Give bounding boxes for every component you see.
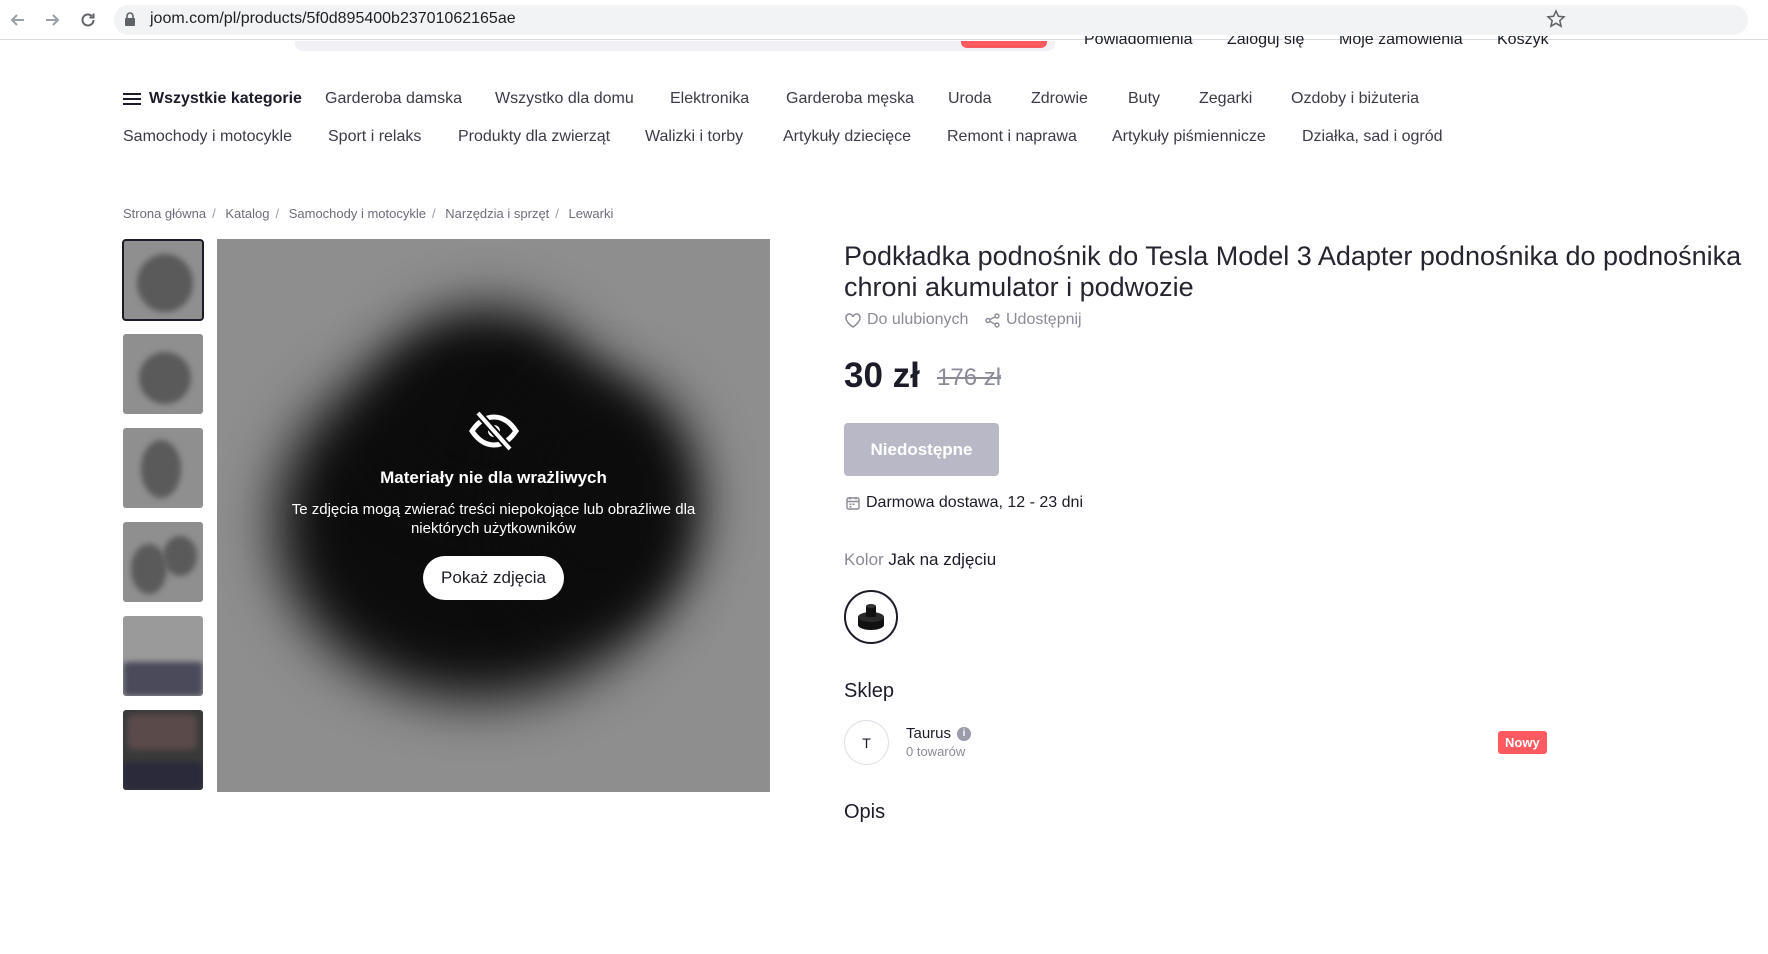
gallery-thumbnail[interactable] bbox=[123, 710, 203, 790]
arrow-right-icon bbox=[46, 14, 60, 26]
share-button[interactable]: Udostępnij bbox=[985, 311, 1082, 329]
sensitive-description: Te zdjęcia mogą zwierać treści niepokoją… bbox=[291, 501, 696, 537]
category-link[interactable]: Zdrowie bbox=[1031, 90, 1088, 108]
browser-toolbar: joom.com/pl/products/5f0d895400b23701062… bbox=[0, 0, 1768, 40]
product-title: Podkładka podnośnik do Tesla Model 3 Ada… bbox=[844, 241, 1742, 302]
description-text-cutoff bbox=[844, 843, 1084, 846]
category-link[interactable]: Garderoba męska bbox=[786, 90, 914, 108]
product-jack-pad-image bbox=[858, 604, 884, 630]
breadcrumb-link[interactable]: Narzędzia i sprzęt bbox=[445, 206, 549, 221]
category-link[interactable]: Zegarki bbox=[1199, 90, 1252, 108]
shop-product-count: 0 towarów bbox=[906, 744, 966, 759]
breadcrumb: Strona główna / Katalog / Samochody i moto… bbox=[123, 206, 614, 221]
gallery-thumbnail[interactable] bbox=[122, 239, 204, 321]
gallery-thumbnail[interactable] bbox=[123, 616, 203, 696]
delivery-text: Darmowa dostawa, 12 - 23 dni bbox=[866, 494, 1083, 511]
shop-name-row: Taurus i bbox=[906, 725, 972, 742]
orders-link[interactable]: Moje zamówienia bbox=[1339, 36, 1463, 48]
arrow-left-icon bbox=[10, 14, 24, 26]
url-text[interactable]: joom.com/pl/products/5f0d895400b23701062… bbox=[150, 10, 516, 28]
heart-icon bbox=[845, 312, 861, 328]
bookmark-star-icon[interactable] bbox=[1546, 9, 1566, 29]
category-link[interactable]: Samochody i motocykle bbox=[123, 128, 292, 146]
reload-button[interactable] bbox=[76, 8, 100, 32]
delivery-info: Darmowa dostawa, 12 - 23 dni bbox=[846, 494, 1083, 512]
shop-heading: Sklep bbox=[844, 680, 895, 702]
category-link[interactable]: Działka, sad i ogród bbox=[1302, 128, 1443, 146]
show-photos-button[interactable]: Pokaż zdjęcia bbox=[423, 556, 564, 600]
category-link[interactable]: Uroda bbox=[948, 90, 992, 108]
category-link[interactable]: Elektronika bbox=[670, 90, 749, 108]
category-link[interactable]: Walizki i torby bbox=[645, 128, 743, 146]
header-links: Powiadomienia Zaloguj się Moje zamówieni… bbox=[0, 36, 1768, 50]
forward-button[interactable] bbox=[40, 8, 64, 32]
favorite-button[interactable]: Do ulubionych bbox=[845, 311, 968, 329]
gallery-thumbnail[interactable] bbox=[123, 522, 203, 602]
new-badge: Nowy bbox=[1498, 731, 1547, 754]
breadcrumb-current[interactable]: Lewarki bbox=[569, 206, 614, 221]
current-price: 30 zł bbox=[844, 356, 920, 395]
sensitive-title: Materiały nie dla wrażliwych bbox=[380, 468, 607, 487]
category-link[interactable]: Buty bbox=[1128, 90, 1160, 108]
info-icon[interactable]: i bbox=[957, 726, 972, 741]
color-swatch[interactable] bbox=[844, 590, 898, 644]
category-link[interactable]: Garderoba damska bbox=[325, 90, 462, 108]
category-link[interactable]: Remont i naprawa bbox=[947, 128, 1077, 146]
share-label: Udostępnij bbox=[1006, 311, 1082, 328]
category-link[interactable]: Wszystko dla domu bbox=[495, 90, 634, 108]
breadcrumb-link[interactable]: Samochody i motocykle bbox=[289, 206, 426, 221]
breadcrumb-link[interactable]: Strona główna bbox=[123, 206, 206, 221]
category-link[interactable]: Produkty dla zwierząt bbox=[458, 128, 610, 146]
shop-avatar[interactable]: T bbox=[844, 720, 889, 765]
category-nav-row-2: Samochody i motocykle Sport i relaks Pro… bbox=[123, 128, 1523, 150]
eye-off-icon bbox=[468, 410, 519, 452]
all-categories-button[interactable]: Wszystkie kategorie bbox=[149, 90, 302, 108]
gallery-thumbnail[interactable] bbox=[123, 334, 203, 414]
back-button[interactable] bbox=[6, 8, 30, 32]
category-link[interactable]: Artykuły piśmiennicze bbox=[1112, 128, 1266, 146]
share-icon bbox=[985, 312, 1000, 328]
breadcrumb-link[interactable]: Katalog bbox=[225, 206, 269, 221]
category-link[interactable]: Sport i relaks bbox=[328, 128, 421, 146]
category-nav-row-1: Wszystkie kategorie Garderoba damska Wsz… bbox=[123, 90, 1523, 112]
category-link[interactable]: Ozdoby i biżuteria bbox=[1291, 90, 1419, 108]
login-link[interactable]: Zaloguj się bbox=[1227, 36, 1304, 48]
notifications-link[interactable]: Powiadomienia bbox=[1084, 36, 1193, 48]
color-selector-label: Kolor Jak na zdjęciu bbox=[844, 550, 996, 570]
main-product-image: Materiały nie dla wrażliwych Te zdjęcia … bbox=[217, 239, 770, 792]
unavailable-button[interactable]: Niedostępne bbox=[844, 423, 999, 476]
description-heading: Opis bbox=[844, 801, 886, 823]
color-value: Jak na zdjęciu bbox=[888, 550, 997, 569]
gallery-thumbnail[interactable] bbox=[123, 428, 203, 508]
calendar-icon bbox=[846, 497, 860, 510]
old-price: 176 zł bbox=[937, 364, 1002, 391]
cart-link[interactable]: Koszyk bbox=[1497, 36, 1549, 48]
favorite-label: Do ulubionych bbox=[867, 311, 969, 328]
reload-icon bbox=[81, 13, 95, 27]
sensitive-content-overlay: Materiały nie dla wrażliwych Te zdjęcia … bbox=[217, 409, 770, 600]
color-label: Kolor bbox=[844, 550, 884, 569]
shop-name[interactable]: Taurus bbox=[906, 725, 951, 742]
category-link[interactable]: Artykuły dziecięce bbox=[783, 128, 911, 146]
lock-icon bbox=[125, 12, 135, 26]
